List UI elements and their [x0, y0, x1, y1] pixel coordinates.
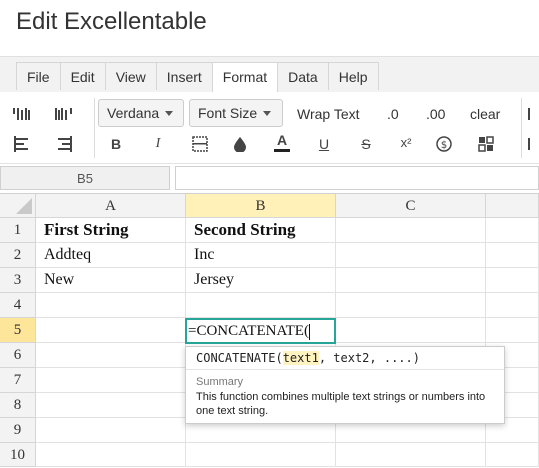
spreadsheet-grid: A B C 1 2 3 4 5 6 7 8 9 10 First String S…	[0, 194, 539, 467]
row-header-2[interactable]: 2	[0, 243, 36, 268]
cell-b2[interactable]: Inc	[186, 243, 336, 268]
row-header-7[interactable]: 7	[0, 368, 36, 393]
cell-a1[interactable]: First String	[36, 218, 186, 243]
tab-insert[interactable]: Insert	[155, 62, 213, 90]
text-color-swatch	[274, 148, 290, 152]
cell-a5[interactable]	[36, 318, 186, 343]
function-name: CONCATENATE(	[196, 351, 283, 365]
cell-d10[interactable]	[486, 443, 539, 467]
superscript-button[interactable]: x²	[396, 132, 416, 152]
active-cell-editor[interactable]: =CONCATENATE(	[185, 318, 336, 344]
cell-c2[interactable]	[336, 243, 486, 268]
bold-button[interactable]: B	[106, 134, 126, 154]
cell-c5[interactable]	[336, 318, 486, 343]
row-header-6[interactable]: 6	[0, 343, 36, 368]
row-header-10[interactable]: 10	[0, 443, 36, 467]
cell-a10[interactable]	[36, 443, 186, 467]
app-title: Edit Excellentable	[16, 8, 207, 35]
strikethrough-button[interactable]: S	[356, 134, 376, 154]
cell-a9[interactable]	[36, 418, 186, 443]
text-cursor	[308, 323, 310, 340]
cell-b1[interactable]: Second String	[186, 218, 336, 243]
indent-increase-icon[interactable]	[12, 104, 32, 124]
row-header-5[interactable]: 5	[0, 318, 36, 343]
cell-d3[interactable]	[486, 268, 539, 293]
cell-edit-text: =CONCATENATE(	[188, 323, 309, 339]
cell-name-box[interactable]: B5	[0, 166, 170, 190]
cell-a7[interactable]	[36, 368, 186, 393]
active-argument: text1	[282, 351, 319, 365]
cell-a3[interactable]: New	[36, 268, 186, 293]
format-toolbar: Verdana Font Size Wrap Text .0 .00 clear…	[0, 92, 539, 164]
summary-text: This function combines multiple text str…	[196, 391, 486, 417]
row-header-9[interactable]: 9	[0, 418, 36, 443]
font-family-label: Verdana	[107, 105, 160, 121]
svg-text:$: $	[441, 140, 447, 151]
row-header-8[interactable]: 8	[0, 393, 36, 418]
formula-input[interactable]	[175, 166, 539, 190]
cell-b3[interactable]: Jersey	[186, 268, 336, 293]
tab-file[interactable]: File	[16, 62, 61, 90]
menu-tabs: File Edit View Insert Format Data Help	[16, 62, 379, 92]
toolbar-divider	[94, 98, 95, 158]
row-header-1[interactable]: 1	[0, 218, 36, 243]
toolbar-divider	[521, 98, 522, 158]
borders-icon[interactable]	[190, 134, 210, 154]
column-header-b[interactable]: B	[186, 194, 336, 218]
cell-d1[interactable]	[486, 218, 539, 243]
decrease-decimal-button[interactable]: .0	[387, 106, 399, 122]
cell-d5[interactable]	[486, 318, 539, 343]
font-family-dropdown[interactable]: Verdana	[98, 99, 184, 127]
text-color-glyph: A	[276, 131, 288, 148]
increase-decimal-button[interactable]: .00	[426, 106, 445, 122]
align-left-icon[interactable]	[12, 134, 32, 154]
font-size-label: Font Size	[198, 105, 258, 121]
column-header-c[interactable]: C	[336, 194, 486, 218]
clear-format-button[interactable]: clear	[470, 106, 500, 122]
cell-a2[interactable]: Addteq	[36, 243, 186, 268]
column-header-a[interactable]: A	[36, 194, 186, 218]
italic-button[interactable]: I	[148, 134, 168, 154]
cell-a6[interactable]	[36, 343, 186, 368]
tab-data[interactable]: Data	[277, 62, 329, 90]
formula-bar: B5	[0, 164, 539, 194]
cell-b10[interactable]	[186, 443, 336, 467]
chevron-down-icon	[165, 110, 174, 116]
tab-format[interactable]: Format	[211, 62, 279, 92]
cell-c3[interactable]	[336, 268, 486, 293]
font-size-dropdown[interactable]: Font Size	[189, 99, 283, 127]
row-header-4[interactable]: 4	[0, 293, 36, 318]
tab-view[interactable]: View	[104, 62, 157, 90]
function-autocomplete-popup: CONCATENATE(text1, text2, ....) Summary …	[185, 346, 505, 424]
align-right-icon[interactable]	[54, 134, 74, 154]
indent-decrease-icon[interactable]	[54, 104, 74, 124]
more-tools-icon[interactable]	[528, 134, 539, 154]
text-color-button[interactable]: A	[272, 132, 292, 152]
remaining-arguments: , text2, ....)	[318, 351, 420, 365]
conditional-format-icon[interactable]	[476, 134, 496, 154]
cell-d4[interactable]	[486, 293, 539, 318]
cell-b4[interactable]	[186, 293, 336, 318]
cell-a4[interactable]	[36, 293, 186, 318]
currency-icon[interactable]: $	[434, 134, 454, 154]
cell-c1[interactable]	[336, 218, 486, 243]
column-header-d[interactable]	[486, 194, 539, 218]
row-header-3[interactable]: 3	[0, 268, 36, 293]
summary-label: Summary	[196, 376, 244, 388]
fill-color-icon[interactable]	[230, 134, 250, 154]
cell-c10[interactable]	[336, 443, 486, 467]
chevron-down-icon	[263, 110, 272, 116]
underline-button[interactable]: U	[314, 134, 334, 154]
wrap-text-button[interactable]: Wrap Text	[297, 106, 360, 122]
tab-edit[interactable]: Edit	[59, 62, 106, 90]
tab-help[interactable]: Help	[327, 62, 379, 90]
function-signature[interactable]: CONCATENATE(text1, text2, ....)	[196, 351, 420, 365]
cell-a8[interactable]	[36, 393, 186, 418]
cell-c4[interactable]	[336, 293, 486, 318]
select-all-corner[interactable]	[0, 194, 36, 218]
more-tools-icon[interactable]	[528, 104, 539, 124]
cell-d2[interactable]	[486, 243, 539, 268]
popup-divider	[186, 369, 504, 370]
